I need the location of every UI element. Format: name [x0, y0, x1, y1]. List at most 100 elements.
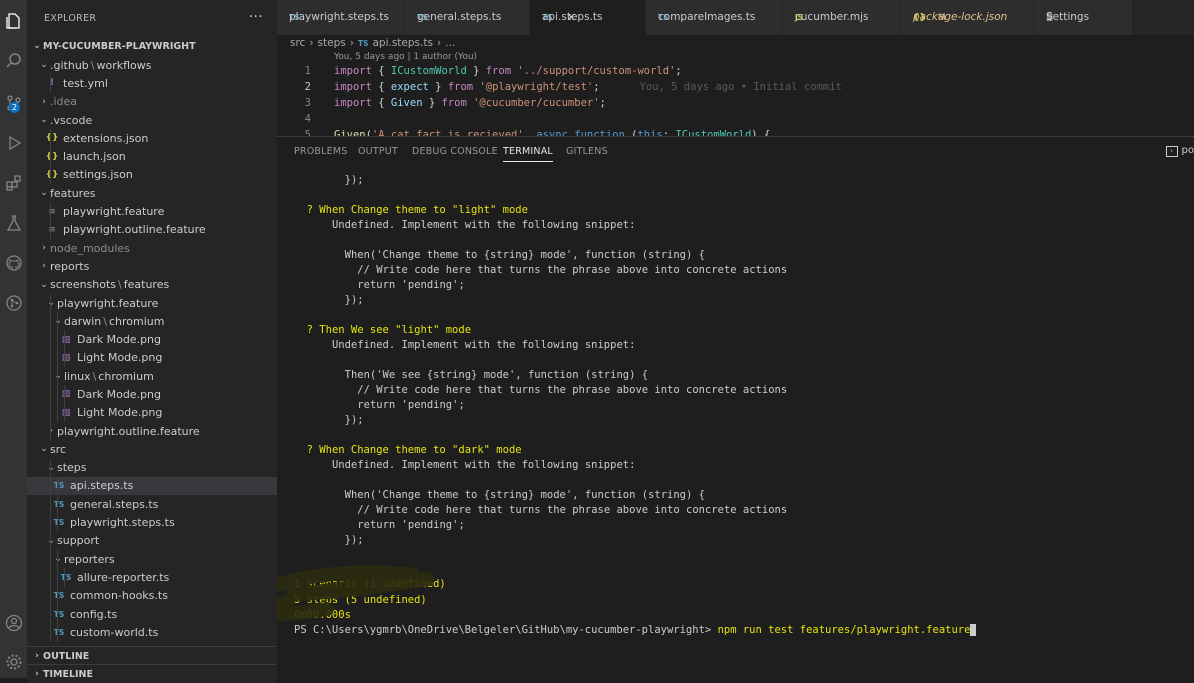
path-separator: \: [92, 369, 97, 383]
code-token: Given: [334, 129, 366, 136]
indent-guide: [64, 330, 65, 349]
tree-folder[interactable]: › reports: [27, 257, 277, 275]
tree-file[interactable]: ≡ playwright.feature: [27, 202, 277, 221]
feature-file-icon: ≡: [48, 206, 56, 217]
indent-guide: [57, 330, 58, 349]
tree-file[interactable]: ▨ Dark Mode.png: [27, 330, 277, 349]
image-file-icon: ▨: [61, 389, 71, 400]
source-control-icon[interactable]: 2: [0, 86, 27, 120]
tree-file[interactable]: {} extensions.json: [27, 129, 277, 148]
activity-bar: 2: [0, 0, 27, 678]
tree-folder[interactable]: ⌄ src: [27, 440, 277, 458]
breadcrumb-src[interactable]: src: [290, 37, 305, 49]
tree-folder[interactable]: ⌄reporters: [27, 550, 277, 569]
extensions-icon[interactable]: [0, 166, 27, 200]
tree-file[interactable]: ! test.yml: [27, 74, 277, 93]
tree-folder[interactable]: ⌄steps: [27, 458, 277, 477]
tree-folder[interactable]: ⌄playwright.feature: [27, 293, 277, 313]
typescript-file-icon: TS: [60, 572, 72, 582]
tab-output[interactable]: OUTPUT: [358, 146, 398, 157]
breadcrumb-symbol[interactable]: ...: [445, 37, 455, 49]
editor-tab[interactable]: TS general.steps.ts: [405, 0, 530, 35]
editor-tab[interactable]: TS playwright.steps.ts: [277, 0, 405, 35]
tab-terminal[interactable]: TERMINAL: [503, 146, 553, 162]
explorer-icon[interactable]: [0, 4, 27, 38]
editor-tab[interactable]: TS api.steps.ts ✕: [530, 0, 646, 35]
tree-file[interactable]: ▨ Light Mode.png: [27, 348, 277, 368]
tree-folder[interactable]: ⌄ .vscode: [27, 111, 277, 129]
tree-file[interactable]: {} settings.json: [27, 165, 277, 185]
terminal-line: When('Change theme to {string} mode', fu…: [344, 489, 705, 501]
tree-folder[interactable]: › .idea: [27, 93, 277, 111]
tree-folder[interactable]: ⌄ features: [27, 184, 277, 202]
tree-folder[interactable]: ⌄linux\chromium: [27, 367, 277, 386]
tree-file[interactable]: TS common-hooks.ts: [27, 586, 277, 605]
line-number: 3: [304, 97, 311, 109]
indent-guide: [50, 202, 51, 221]
timeline-section[interactable]: › TIMELINE: [27, 664, 277, 683]
indent-guide: [57, 495, 58, 514]
tree-file[interactable]: TS api.steps.ts: [27, 476, 277, 496]
breadcrumb-steps[interactable]: steps: [318, 37, 346, 49]
tree-item-label: steps: [57, 461, 87, 475]
bottom-panel: PROBLEMS OUTPUT DEBUG CONSOLE TERMINAL G…: [277, 136, 1194, 679]
editor-tab[interactable]: {} package-lock.json M: [901, 0, 1034, 35]
chevron-right-icon: ›: [42, 96, 46, 107]
editor-tab-label: api.steps.ts: [542, 11, 603, 23]
breadcrumb-file[interactable]: api.steps.ts: [372, 37, 432, 49]
tab-problems[interactable]: PROBLEMS: [294, 146, 347, 157]
indent-guide: [57, 623, 58, 642]
editor-tab[interactable]: TS compareImages.ts: [646, 0, 783, 35]
tree-item-label: reports: [50, 259, 90, 273]
code-editor[interactable]: You, 5 days ago | 1 author (You) 1 import…: [277, 51, 1194, 136]
indent-guide: [50, 586, 51, 605]
code-text: import { expect } from '@playwright/test…: [334, 79, 842, 95]
tree-folder[interactable]: ⌄ .github \ workflows: [27, 56, 277, 74]
tree-file[interactable]: TS allure-reporter.ts: [27, 568, 277, 587]
terminal-line: return 'pending';: [357, 519, 465, 531]
indent-guide: [50, 604, 51, 624]
codelens-author[interactable]: You, 5 days ago | 1 author (You): [334, 52, 477, 62]
tree-folder[interactable]: ⌄support: [27, 531, 277, 551]
tab-debug-console[interactable]: DEBUG CONSOLE: [412, 146, 498, 157]
tab-gitlens[interactable]: GITLENS: [566, 146, 608, 157]
github-icon[interactable]: [0, 246, 27, 280]
run-debug-icon[interactable]: [0, 126, 27, 160]
account-icon[interactable]: [0, 606, 27, 640]
editor-tab[interactable]: JS cucumber.mjs: [783, 0, 901, 35]
tree-file[interactable]: ▨ Light Mode.png: [27, 403, 277, 422]
settings-gear-icon[interactable]: [0, 645, 27, 679]
typescript-file-icon: TS: [357, 38, 369, 48]
indent-guide: [57, 513, 58, 532]
code-token: {: [371, 81, 391, 93]
terminal-shell-selector[interactable]: › po: [1165, 145, 1194, 157]
tree-folder[interactable]: ⌄ screenshots \ features: [27, 276, 277, 294]
tree-folder[interactable]: › node_modules: [27, 239, 277, 257]
editor-tab[interactable]: ≣ Settings: [1034, 0, 1133, 35]
typescript-file-icon: TS: [53, 499, 65, 509]
code-token: from: [485, 65, 512, 77]
tree-file[interactable]: TS general.steps.ts: [27, 495, 277, 514]
tree-file[interactable]: ≡ playwright.outline.feature: [27, 220, 277, 239]
tree-file[interactable]: ▨ Dark Mode.png: [27, 385, 277, 404]
tree-folder[interactable]: ›playwright.outline.feature: [27, 421, 277, 441]
gitlens-icon[interactable]: [0, 286, 27, 320]
testing-icon[interactable]: [0, 206, 27, 240]
code-token: ,: [523, 129, 537, 136]
terminal-line: When('Change theme to {string} mode', fu…: [344, 249, 705, 261]
workspace-root[interactable]: ⌄ MY-CUCUMBER-PLAYWRIGHT: [27, 36, 277, 56]
tree-item-label: playwright.feature: [57, 296, 159, 310]
tree-file[interactable]: TS custom-world.ts: [27, 623, 277, 642]
tree-file[interactable]: TS playwright.steps.ts: [27, 513, 277, 532]
indent-guide: [50, 550, 51, 569]
code-token: ICustomWorld: [675, 129, 752, 136]
tree-folder[interactable]: ⌄darwin\chromium: [27, 312, 277, 331]
indent-guide: [50, 623, 51, 642]
tree-file[interactable]: TS config.ts: [27, 604, 277, 624]
more-actions-icon[interactable]: ···: [249, 9, 263, 25]
search-icon[interactable]: [0, 44, 27, 78]
outline-section[interactable]: › OUTLINE: [27, 646, 277, 665]
terminal-line: });: [344, 294, 364, 306]
line-number: 2: [304, 81, 311, 93]
tree-file[interactable]: {} launch.json: [27, 147, 277, 166]
